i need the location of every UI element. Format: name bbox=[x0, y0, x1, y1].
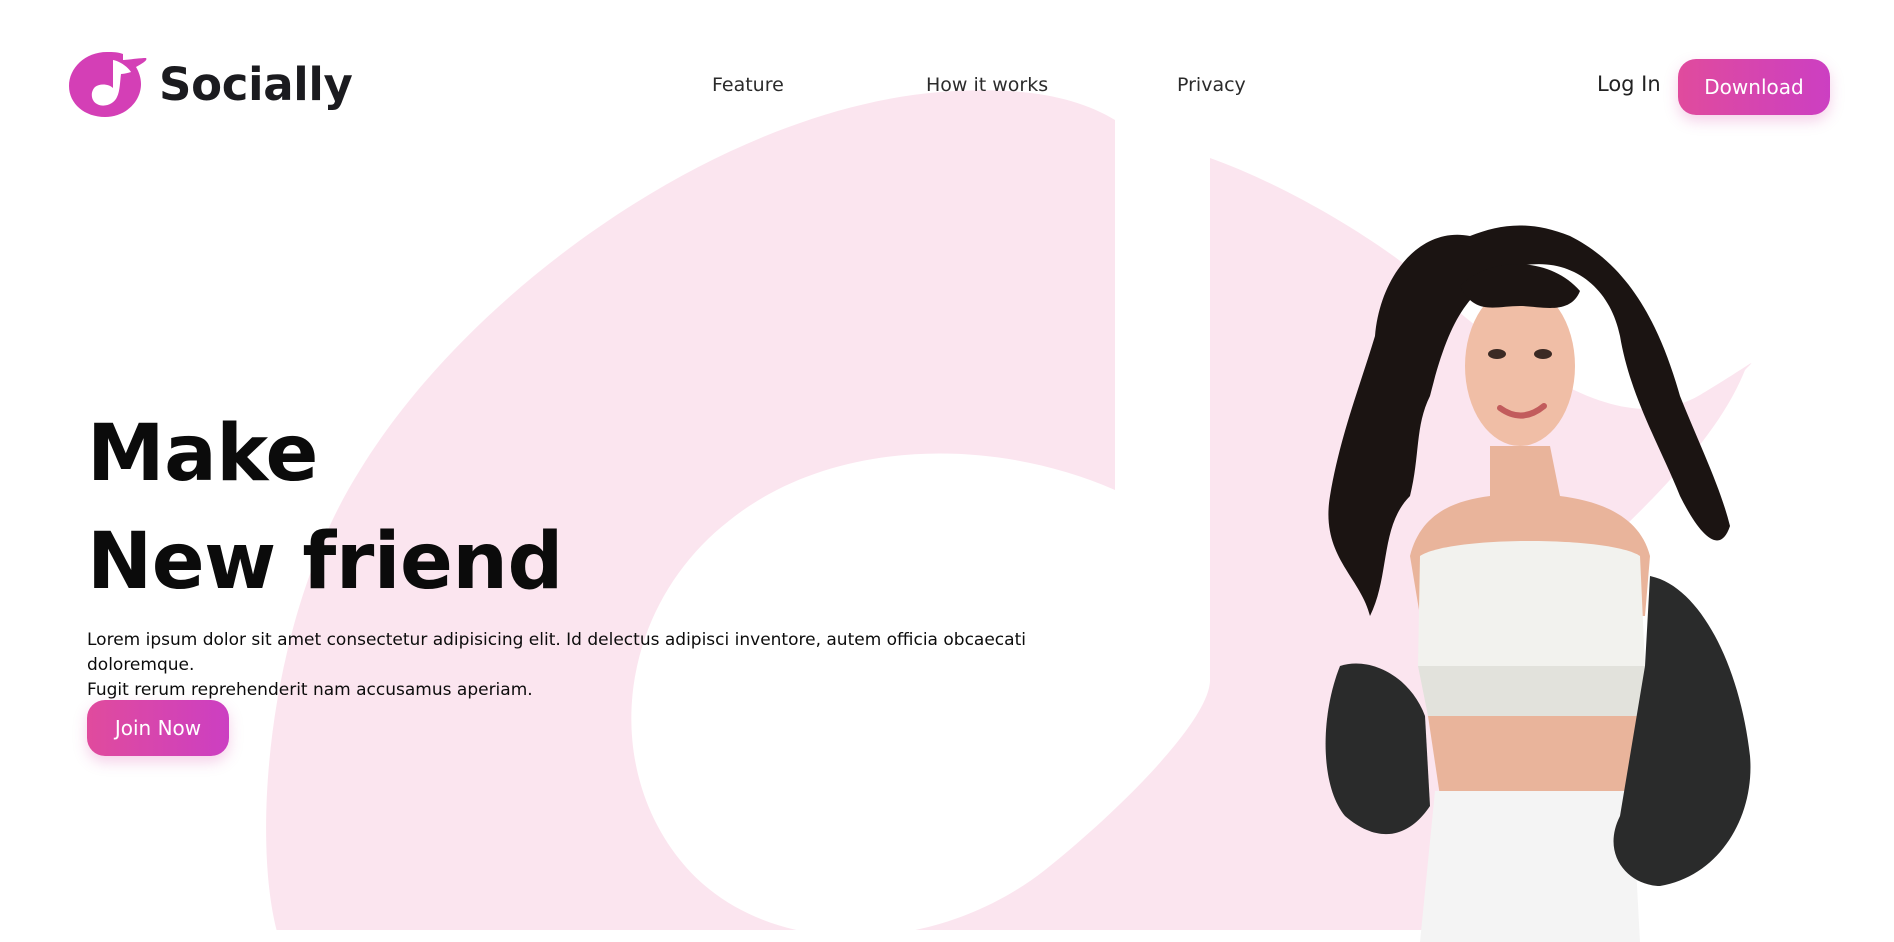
top-navigation: Socially Feature How it works Privacy Lo… bbox=[0, 0, 1894, 170]
nav-link-feature[interactable]: Feature bbox=[712, 74, 784, 96]
brand-logo[interactable]: Socially bbox=[67, 50, 353, 118]
music-note-logo-icon bbox=[69, 52, 147, 117]
hero-description: Lorem ipsum dolor sit amet consectetur a… bbox=[87, 628, 1107, 703]
nav-link-privacy[interactable]: Privacy bbox=[1177, 74, 1246, 96]
nav-link-how-it-works[interactable]: How it works bbox=[926, 74, 1048, 96]
join-now-button[interactable]: Join Now bbox=[87, 700, 229, 756]
hero-description-line1: Lorem ipsum dolor sit amet consectetur a… bbox=[87, 630, 1026, 675]
login-link[interactable]: Log In bbox=[1597, 72, 1661, 96]
model-photo-icon bbox=[1325, 225, 1751, 942]
hero-section: Make New friend Lorem ipsum dolor sit am… bbox=[87, 400, 1107, 703]
hero-heading-line2: New friend bbox=[87, 517, 563, 607]
brand-name: Socially bbox=[159, 57, 353, 111]
download-button[interactable]: Download bbox=[1678, 59, 1830, 115]
hero-description-line2: Fugit rerum reprehenderit nam accusamus … bbox=[87, 680, 533, 700]
hero-heading-line1: Make bbox=[87, 409, 318, 499]
